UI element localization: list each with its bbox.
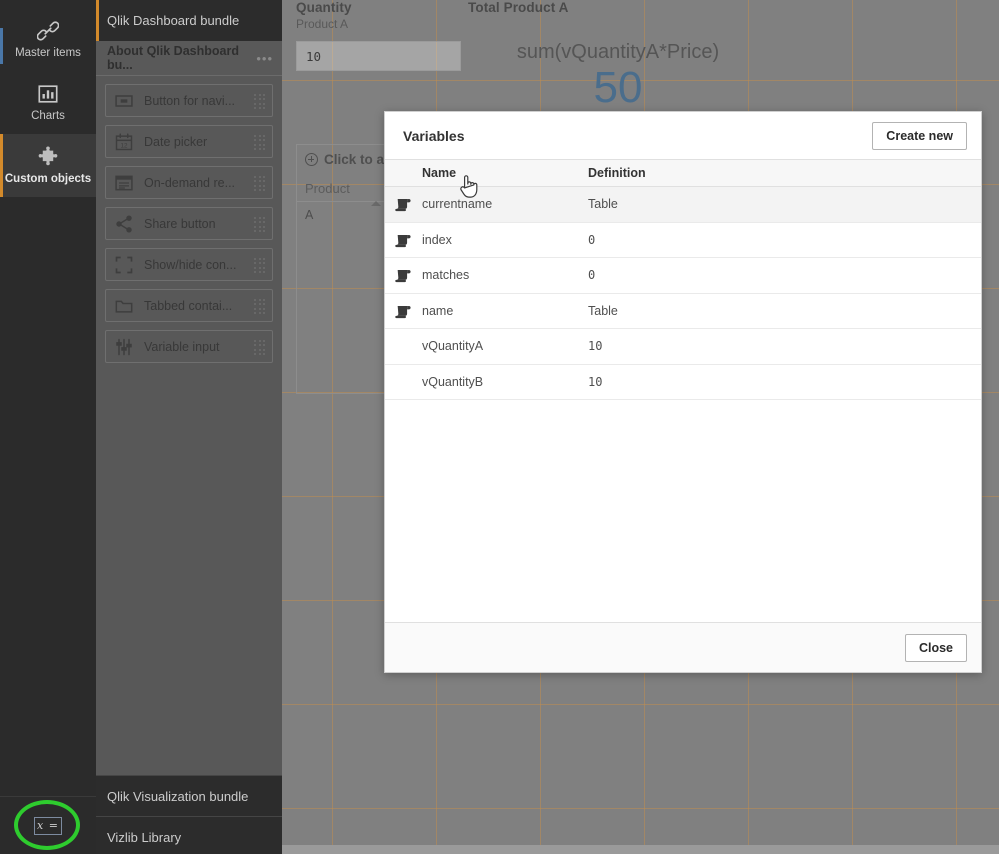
sidebar-item-custom-objects[interactable]: Custom objects	[0, 134, 96, 197]
asset-label: On-demand re...	[144, 175, 236, 190]
close-button[interactable]: Close	[904, 633, 967, 662]
variable-row[interactable]: name Table	[385, 294, 981, 329]
expand-icon	[115, 256, 133, 273]
plus-circle-icon	[305, 153, 318, 166]
variable-row[interactable]: vQuantityB 10	[385, 365, 981, 400]
asset-label: Show/hide con...	[144, 257, 237, 272]
asset-label: Share button	[144, 216, 216, 231]
variable-definition-cell: 0	[588, 268, 596, 283]
sidebar-label-master-items: Master items	[15, 47, 81, 59]
bar-chart-icon	[38, 85, 58, 103]
ellipsis-menu-icon[interactable]: •••	[256, 51, 273, 66]
asset-item-date-picker[interactable]: 12 Date picker	[105, 125, 273, 158]
variables-dialog: Variables Create new Name Definition cur…	[384, 111, 982, 673]
button-icon	[115, 94, 133, 107]
quantity-title: Quantity	[296, 0, 352, 15]
canvas-bottom-strip	[282, 845, 999, 854]
total-product-a-object[interactable]: Total Product A sum(vQuantityA*Price) 50	[468, 0, 988, 112]
dialog-header: Variables Create new	[385, 112, 981, 160]
create-new-button[interactable]: Create new	[872, 121, 967, 150]
sidebar-label-custom-objects: Custom objects	[4, 173, 92, 185]
column-label: Product	[305, 181, 350, 196]
about-label: About Qlik Dashboard bu...	[107, 44, 239, 72]
puzzle-piece-icon	[38, 146, 58, 166]
column-header-definition: Definition	[588, 166, 646, 180]
variable-name-cell: matches	[385, 268, 585, 283]
variables-table-header: Name Definition	[385, 160, 981, 187]
about-bundle-row[interactable]: About Qlik Dashboard bu... •••	[96, 41, 282, 76]
column-header-name: Name	[422, 166, 457, 180]
variable-name-cell: vQuantityB	[422, 374, 484, 389]
drag-handle-icon[interactable]	[254, 175, 266, 192]
drag-handle-icon[interactable]	[254, 93, 266, 110]
dialog-footer: Close	[385, 622, 981, 672]
asset-item-variable-input[interactable]: Variable input	[105, 330, 273, 363]
asset-item-show-hide-container[interactable]: Show/hide con...	[105, 248, 273, 281]
bundle-title: Vizlib Library	[107, 829, 182, 845]
variables-list[interactable]: currentname Table index 0 matches 0 name Table v…	[385, 187, 981, 622]
variable-name-cell: index	[385, 233, 585, 247]
link-icon	[37, 21, 59, 41]
asset-item-share-button[interactable]: Share button	[105, 207, 273, 240]
folder-icon	[115, 300, 133, 313]
drag-handle-icon[interactable]	[254, 216, 266, 233]
sidebar-label-charts: Charts	[31, 110, 65, 122]
script-variable-icon	[395, 305, 411, 318]
variable-row[interactable]: vQuantityA 10	[385, 329, 981, 365]
drag-handle-icon[interactable]	[254, 339, 266, 356]
x-equals-icon: x =	[34, 816, 62, 835]
script-variable-icon	[395, 234, 411, 247]
asset-label: Button for navi...	[144, 93, 236, 108]
bundle-title: Qlik Dashboard bundle	[107, 13, 240, 28]
asset-label: Date picker	[144, 134, 208, 149]
variable-definition-cell: 0	[588, 232, 596, 247]
variable-definition-cell: Table	[588, 303, 618, 318]
dialog-title: Variables	[403, 127, 465, 144]
asset-item-on-demand-reporting[interactable]: On-demand re...	[105, 166, 273, 199]
variable-input-field[interactable]: 10	[296, 41, 461, 71]
bundle-title: Qlik Visualization bundle	[107, 788, 249, 804]
variable-name-cell: currentname	[385, 197, 585, 212]
sliders-icon	[116, 338, 132, 355]
variable-name-cell: vQuantityA	[422, 339, 484, 354]
variable-row[interactable]: matches 0	[385, 258, 981, 294]
quantity-object[interactable]: Quantity Product A 10	[296, 0, 476, 71]
asset-label: Tabbed contai...	[144, 298, 233, 313]
app-root: Quantity Product A 10 Total Product A su…	[0, 0, 999, 854]
asset-item-button-for-navigation[interactable]: Button for navi...	[105, 84, 273, 117]
left-nav-rail: Master items Charts Custom objects x =	[0, 0, 96, 854]
report-icon	[115, 175, 133, 190]
bundle-header-vizlib[interactable]: Vizlib Library	[96, 816, 282, 854]
sidebar-item-charts[interactable]: Charts	[0, 71, 96, 134]
variable-name-cell: name	[385, 304, 585, 318]
variable-row[interactable]: index 0	[385, 223, 981, 258]
bundle-header-dashboard[interactable]: Qlik Dashboard bundle	[96, 0, 282, 41]
calendar-icon: 12	[115, 132, 133, 150]
asset-label: Variable input	[144, 339, 220, 354]
script-variable-icon	[395, 199, 411, 212]
asset-panel: Qlik Dashboard bundle About Qlik Dashboa…	[96, 0, 282, 854]
quantity-subtitle: Product A	[296, 17, 349, 31]
variable-row[interactable]: currentname Table	[385, 187, 981, 223]
total-title: Total Product A	[468, 0, 569, 15]
bundle-header-visualization[interactable]: Qlik Visualization bundle	[96, 775, 282, 816]
asset-item-list: Button for navi... 12 Date picker On-dem…	[96, 76, 282, 363]
drag-handle-icon[interactable]	[254, 257, 266, 274]
kpi-expression: sum(vQuantityA*Price)	[516, 41, 720, 63]
variable-definition-cell: 10	[588, 374, 603, 389]
drag-handle-icon[interactable]	[254, 134, 266, 151]
kpi-value: 50	[593, 63, 643, 112]
sort-ascending-icon	[371, 201, 381, 206]
drag-handle-icon[interactable]	[254, 298, 266, 315]
sidebar-item-master-items[interactable]: Master items	[0, 8, 96, 71]
asset-item-tabbed-container[interactable]: Tabbed contai...	[105, 289, 273, 322]
script-variable-icon	[395, 270, 411, 283]
share-icon	[116, 214, 132, 233]
svg-text:12: 12	[121, 142, 128, 149]
variables-button[interactable]: x =	[0, 796, 96, 854]
variable-definition-cell: 10	[588, 339, 603, 354]
variable-definition-cell: Table	[588, 197, 618, 212]
